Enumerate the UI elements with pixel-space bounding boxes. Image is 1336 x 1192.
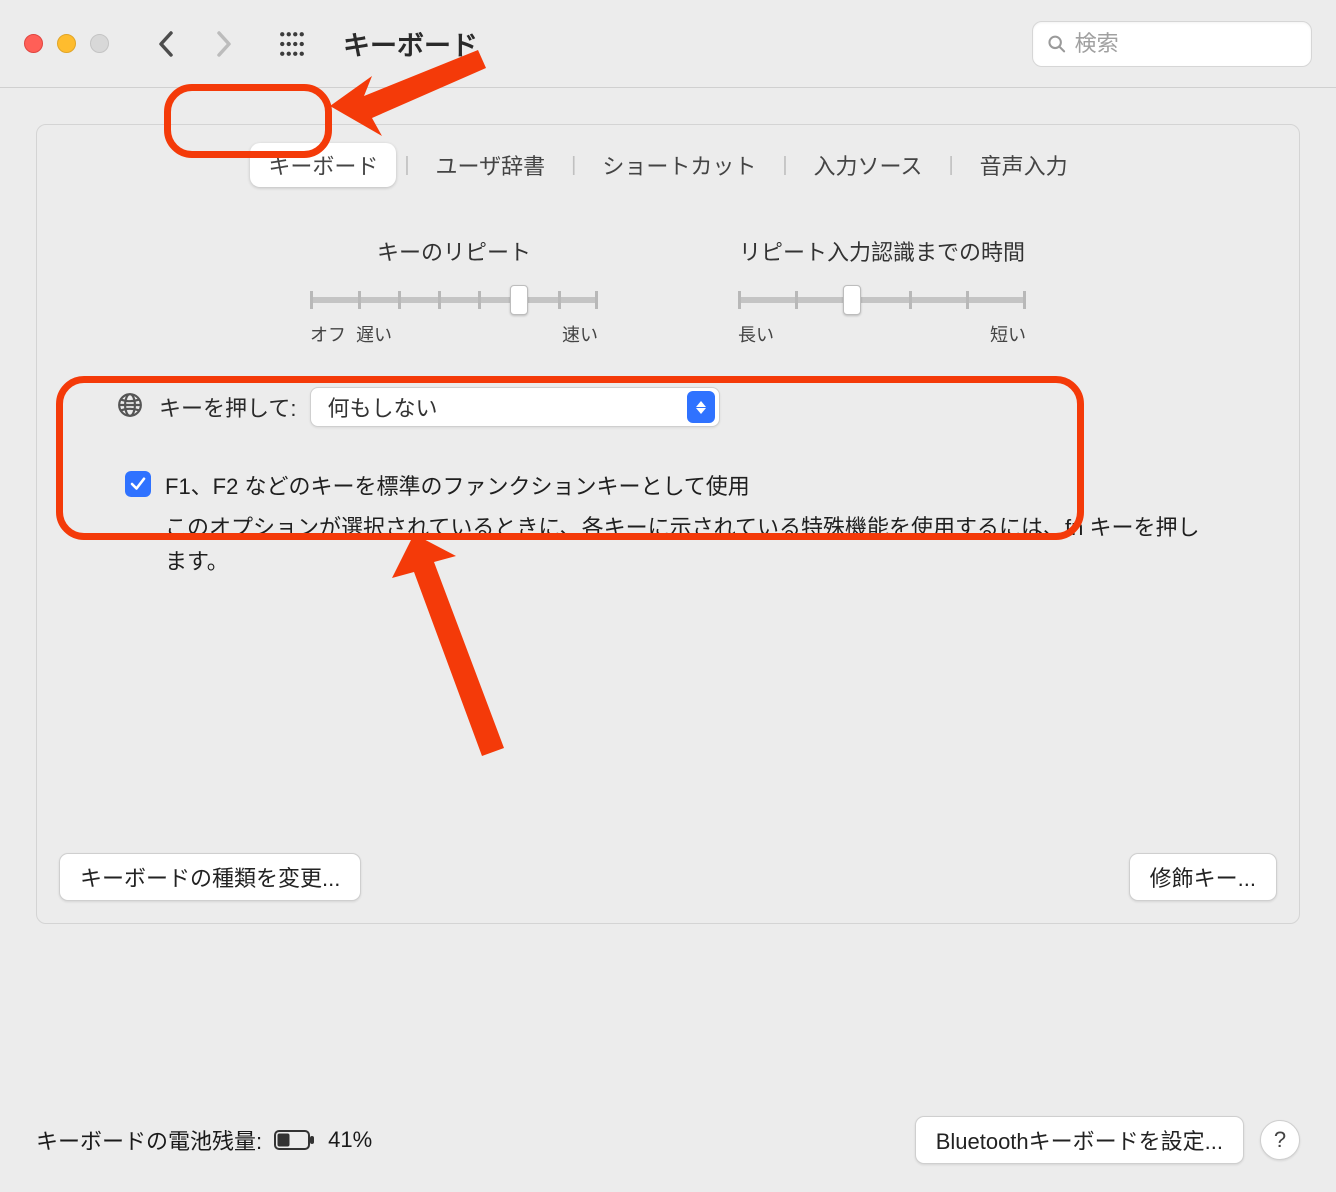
- bluetooth-keyboard-button[interactable]: Bluetoothキーボードを設定...: [915, 1116, 1244, 1164]
- chevron-left-icon: [157, 30, 175, 58]
- fn-keys-checkbox-row: F1、F2 などのキーを標準のファンクションキーとして使用 このオプションが選択…: [107, 455, 1229, 611]
- battery-status: キーボードの電池残量: 41%: [36, 1124, 372, 1156]
- tab-shortcuts[interactable]: ショートカット: [584, 143, 774, 187]
- tab-keyboard[interactable]: キーボード: [250, 143, 396, 187]
- globe-key-label: キーを押して:: [159, 391, 296, 423]
- fn-keys-checkbox[interactable]: [125, 471, 151, 497]
- caption-off: オフ: [310, 321, 346, 347]
- slider-knob[interactable]: [843, 285, 861, 315]
- tab-separator: |: [944, 154, 957, 177]
- slider-knob[interactable]: [510, 285, 528, 315]
- globe-icon: [117, 392, 143, 423]
- minimize-window-button[interactable]: [57, 34, 76, 53]
- footer: キーボードの電池残量: 41% Bluetoothキーボードを設定... ?: [0, 1116, 1336, 1192]
- tab-separator: |: [567, 154, 580, 177]
- battery-label: キーボードの電池残量:: [36, 1124, 262, 1156]
- tab-separator: |: [400, 154, 413, 177]
- globe-key-row: キーを押して: 何もしない: [117, 387, 1299, 427]
- tab-input-sources[interactable]: 入力ソース: [796, 143, 941, 187]
- search-field[interactable]: [1032, 21, 1312, 67]
- slider-label: リピート入力認識までの時間: [739, 235, 1025, 267]
- tab-separator: |: [778, 154, 791, 177]
- change-keyboard-type-button[interactable]: キーボードの種類を変更...: [59, 853, 361, 901]
- zoom-window-button: [90, 34, 109, 53]
- panel-bottom-buttons: キーボードの種類を変更... 修飾キー...: [59, 853, 1277, 901]
- select-value: 何もしない: [327, 391, 437, 423]
- window: キーボード キーボード | ユーザ辞書 | ショートカット | 入力ソース | …: [0, 0, 1336, 1192]
- close-window-button[interactable]: [24, 34, 43, 53]
- caption-long: 長い: [738, 321, 774, 347]
- sliders-row: キーのリピート オフ: [37, 235, 1299, 347]
- caption-fast: 速い: [562, 321, 598, 347]
- select-stepper-icon: [687, 391, 715, 423]
- help-button[interactable]: ?: [1260, 1120, 1300, 1160]
- chevron-right-icon: [215, 30, 233, 58]
- caption-slow: 遅い: [356, 321, 392, 347]
- slider-delay-track[interactable]: [738, 283, 1026, 313]
- tab-dictation[interactable]: 音声入力: [962, 143, 1086, 187]
- slider-key-repeat: キーのリピート オフ: [310, 235, 598, 347]
- footer-right: Bluetoothキーボードを設定... ?: [915, 1116, 1300, 1164]
- globe-key-select[interactable]: 何もしない: [310, 387, 720, 427]
- toolbar: キーボード: [0, 0, 1336, 88]
- content: キーボード | ユーザ辞書 | ショートカット | 入力ソース | 音声入力 キ…: [0, 88, 1336, 1086]
- search-input[interactable]: [1075, 31, 1297, 57]
- tabbar: キーボード | ユーザ辞書 | ショートカット | 入力ソース | 音声入力: [37, 125, 1299, 211]
- page-panel: キーボード | ユーザ辞書 | ショートカット | 入力ソース | 音声入力 キ…: [36, 124, 1300, 924]
- back-button[interactable]: [149, 27, 183, 61]
- caption-short: 短い: [990, 321, 1026, 347]
- battery-icon: [274, 1129, 316, 1151]
- show-all-button[interactable]: [275, 27, 309, 61]
- window-title: キーボード: [343, 24, 478, 63]
- slider-delay: リピート入力認識までの時間 長い 短い: [738, 235, 1026, 347]
- checkmark-icon: [129, 475, 147, 493]
- slider-key-repeat-track[interactable]: [310, 283, 598, 313]
- slider-captions: オフ 遅い 速い: [310, 321, 598, 347]
- traffic-lights: [24, 34, 109, 53]
- tab-user-dictionary[interactable]: ユーザ辞書: [418, 143, 564, 187]
- fn-keys-checkbox-label: F1、F2 などのキーを標準のファンクションキーとして使用: [165, 469, 750, 501]
- slider-captions: 長い 短い: [738, 321, 1026, 347]
- grid-icon: [279, 31, 305, 57]
- nav-buttons: [149, 27, 241, 61]
- search-icon: [1047, 33, 1067, 55]
- modifier-keys-button[interactable]: 修飾キー...: [1129, 853, 1277, 901]
- slider-label: キーのリピート: [377, 235, 531, 267]
- battery-percentage: 41%: [328, 1127, 372, 1153]
- fn-keys-description: このオプションが選択されているときに、各キーに示されている特殊機能を使用するには…: [165, 511, 1211, 579]
- forward-button: [207, 27, 241, 61]
